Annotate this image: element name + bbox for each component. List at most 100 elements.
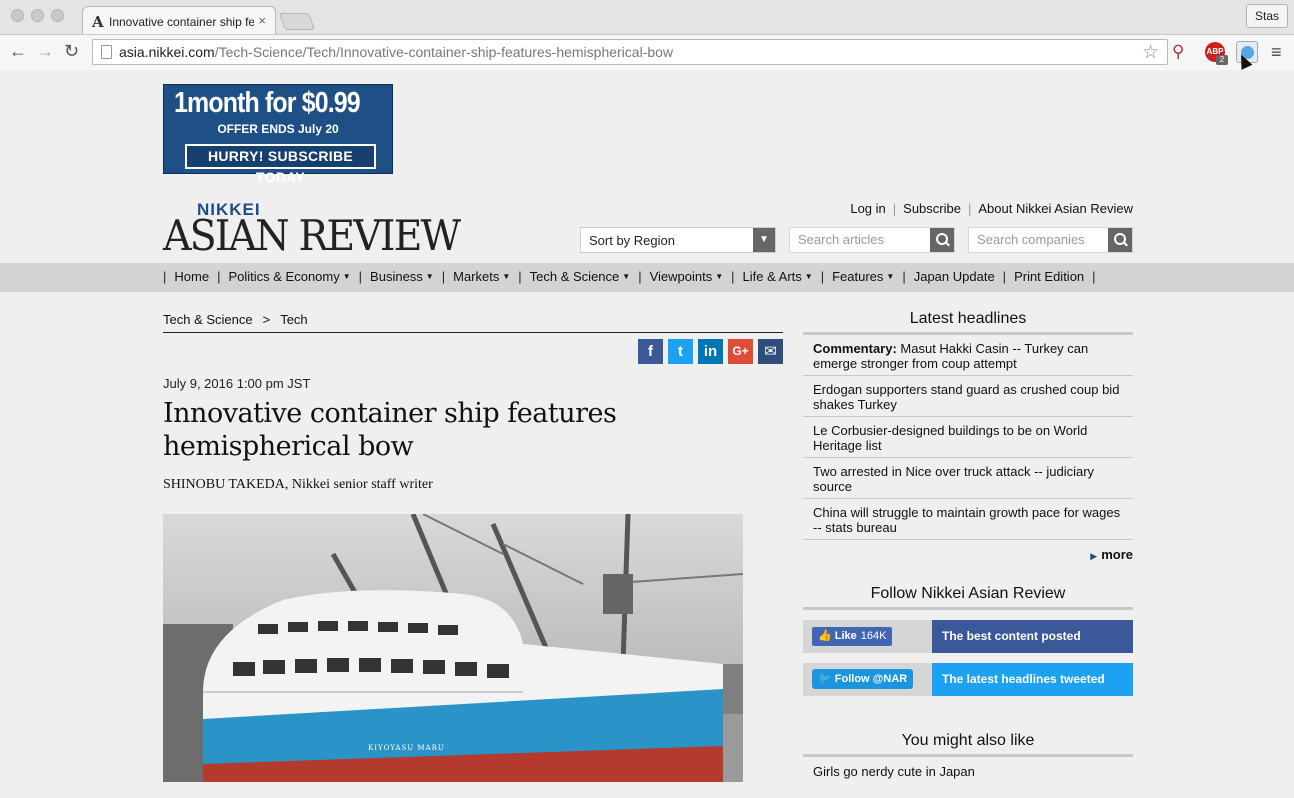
nav-list: | Home | Politics & Economy ▼ | Business ▼ | Mark… — [163, 269, 1104, 284]
breadcrumb-tech[interactable]: Tech — [280, 312, 307, 327]
url-path: /Tech-Science/Tech/Innovative-container-… — [214, 44, 674, 60]
close-window-button[interactable] — [11, 9, 24, 22]
search-icon[interactable] — [1108, 228, 1132, 252]
follow-title: Follow Nikkei Asian Review — [870, 585, 1066, 602]
site-favicon-icon: A — [92, 13, 104, 31]
breadcrumb-tech-science[interactable]: Tech & Science — [163, 312, 253, 327]
nav-item-label: Tech & Science — [529, 269, 620, 284]
also-like-section: You might also like Girls go nerdy cute … — [803, 732, 1133, 798]
facebook-like-box: 👍 Like 164K — [803, 620, 932, 653]
chevron-down-icon[interactable]: ▼ — [502, 272, 510, 281]
minimize-window-button[interactable] — [31, 9, 44, 22]
fb-like-label: Like — [834, 630, 857, 642]
nav-item-label: Markets — [453, 269, 500, 284]
logo-asian-review[interactable]: ASIAN REVIEW — [163, 211, 461, 260]
nav-item-life-arts[interactable]: | Life & Arts ▼ — [731, 269, 821, 284]
headline-text: Two arrested in Nice over truck attack -… — [813, 464, 1095, 494]
nav-divider: | — [358, 269, 363, 284]
url-text: asia.nikkei.com/Tech-Science/Tech/Innova… — [119, 44, 673, 60]
googleplus-share-icon[interactable]: G+ — [728, 339, 753, 364]
nav-item-print-edition[interactable]: | Print Edition — [1003, 269, 1092, 284]
headline-item[interactable]: Erdogan supporters stand guard as crushe… — [803, 376, 1133, 417]
headline-text: Erdogan supporters stand guard as crushe… — [813, 382, 1120, 412]
search-articles-input[interactable] — [798, 232, 918, 247]
twitter-tagline[interactable]: The latest headlines tweeted — [932, 663, 1133, 696]
chevron-down-icon[interactable]: ▼ — [753, 228, 775, 252]
breadcrumb: Tech & Science > Tech — [163, 312, 308, 327]
more-link[interactable]: ▶ more — [803, 547, 1133, 562]
nav-item-label: Japan Update — [913, 269, 995, 284]
nav-divider: | — [518, 269, 522, 284]
chevron-down-icon[interactable]: ▼ — [426, 272, 434, 281]
headline-item[interactable]: Le Corbusier-designed buildings to be on… — [803, 417, 1133, 458]
browser-toolbar: ← → ↻ asia.nikkei.com/Tech-Science/Tech/… — [0, 34, 1294, 70]
chevron-down-icon[interactable]: ▼ — [622, 272, 630, 281]
twitter-bird-icon: 🐦 — [818, 673, 832, 685]
ad-subscribe-button[interactable]: HURRY! SUBSCRIBE TODAY — [185, 144, 376, 185]
subscribe-link[interactable]: Subscribe — [903, 201, 961, 216]
nav-divider: | — [1092, 269, 1096, 284]
nav-item-japan-update[interactable]: | Japan Update — [902, 269, 1002, 284]
nav-divider: | — [902, 269, 906, 284]
twitter-share-icon[interactable]: t — [668, 339, 693, 364]
account-links: Log in | Subscribe | About Nikkei Asian Revi… — [850, 201, 1133, 216]
nav-item-viewpoints[interactable]: | Viewpoints ▼ — [638, 269, 731, 284]
chevron-down-icon[interactable]: ▼ — [805, 272, 813, 281]
tab-strip: A Innovative container ship features hem… — [0, 0, 1294, 36]
address-bar[interactable]: asia.nikkei.com/Tech-Science/Tech/Innova… — [92, 39, 1168, 65]
nav-item-home[interactable]: | Home — [163, 269, 217, 284]
search-icon[interactable] — [930, 228, 954, 252]
nav-item-politics-economy[interactable]: | Politics & Economy ▼ — [217, 269, 359, 284]
region-select-value: Sort by Region — [589, 233, 675, 248]
also-like-item[interactable]: Girls go nerdy cute in Japan — [803, 757, 1133, 798]
triangle-right-icon: ▶ — [1090, 551, 1098, 561]
nav-divider: | — [163, 269, 167, 284]
section-rule — [803, 607, 1133, 610]
linkedin-share-icon[interactable]: in — [698, 339, 723, 364]
nav-item-markets[interactable]: | Markets ▼ — [442, 269, 519, 284]
follow-section: Follow Nikkei Asian Review 👍 Like 164K Th… — [803, 585, 1133, 696]
subscribe-ad-banner[interactable]: 1month for $0.99 OFFER ENDS July 20 HURR… — [163, 84, 393, 185]
search-companies-input[interactable] — [977, 232, 1097, 247]
nav-item-features[interactable]: | Features ▼ — [821, 269, 903, 284]
email-share-icon[interactable]: ✉ — [758, 339, 783, 364]
ship-hull-name: KIYOYASU MARU — [368, 744, 445, 752]
nav-divider: | — [820, 269, 825, 284]
browser-chrome: A Innovative container ship features hem… — [0, 0, 1294, 70]
nav-end: | — [1092, 269, 1103, 284]
login-link[interactable]: Log in — [850, 201, 885, 216]
facebook-share-icon[interactable]: f — [638, 339, 663, 364]
headline-item[interactable]: Two arrested in Nice over truck attack -… — [803, 458, 1133, 499]
reload-icon[interactable]: ↻ — [64, 41, 79, 61]
also-like-title: You might also like — [901, 732, 1035, 749]
region-select[interactable]: Sort by Region ▼ — [580, 227, 776, 253]
forward-icon[interactable]: → — [36, 41, 54, 61]
nav-item-label: Politics & Economy — [228, 269, 340, 284]
chevron-down-icon[interactable]: ▼ — [343, 272, 351, 281]
new-tab-button[interactable] — [278, 13, 316, 30]
nav-item-tech-science[interactable]: | Tech & Science ▼ — [518, 269, 638, 284]
browser-tab-active[interactable]: A Innovative container ship features hem… — [82, 6, 276, 36]
bookmark-star-icon[interactable]: ☆ — [1142, 41, 1159, 64]
link-extension-icon[interactable]: ⚲ — [1172, 42, 1192, 62]
breadcrumb-separator: > — [262, 312, 271, 327]
headline-item[interactable]: Commentary: Masut Hakki Casin -- Turkey … — [803, 335, 1133, 376]
nav-divider: | — [638, 269, 642, 284]
chevron-down-icon[interactable]: ▼ — [886, 272, 894, 281]
adblock-count-badge: 2 — [1216, 55, 1228, 65]
twitter-follow-button[interactable]: 🐦 Follow @NAR — [812, 669, 914, 689]
facebook-tagline[interactable]: The best content posted — [932, 620, 1133, 653]
latest-headlines: Latest headlines Commentary: Masut Hakki… — [803, 310, 1133, 562]
chevron-down-icon[interactable]: ▼ — [715, 272, 723, 281]
chrome-menu-icon[interactable]: ≡ — [1271, 42, 1282, 62]
headline-item[interactable]: China will struggle to maintain growth p… — [803, 499, 1133, 540]
back-icon[interactable]: ← — [9, 41, 27, 61]
profile-button[interactable]: Stas — [1245, 4, 1288, 28]
zoom-window-button[interactable] — [51, 9, 64, 22]
about-link[interactable]: About Nikkei Asian Review — [978, 201, 1133, 216]
web-page: 1month for $0.99 OFFER ENDS July 20 HURR… — [0, 71, 1294, 782]
article-photo: KIYOYASU MARU — [163, 514, 743, 782]
nav-item-business[interactable]: | Business ▼ — [359, 269, 442, 284]
facebook-like-button[interactable]: 👍 Like 164K — [812, 627, 893, 646]
tab-close-icon[interactable]: × — [258, 13, 266, 28]
